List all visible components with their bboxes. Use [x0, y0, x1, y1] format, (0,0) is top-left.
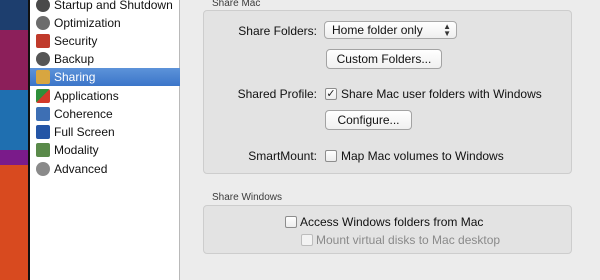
sidebar-item-label: Startup and Shutdown: [54, 0, 173, 12]
sidebar-item-label: Full Screen: [54, 125, 115, 139]
sidebar-item-label: Advanced: [54, 162, 108, 176]
gear-icon: [36, 162, 50, 176]
access-windows-folders-label[interactable]: Access Windows folders from Mac: [300, 215, 483, 229]
sidebar-item-label: Coherence: [54, 107, 113, 121]
sidebar-item-label: Applications: [54, 89, 119, 103]
share-folders-popup[interactable]: Home folder only ▲ ▼: [324, 21, 457, 39]
speedometer-icon: [36, 16, 50, 30]
sidebar-item-label: Security: [54, 34, 98, 48]
share-windows-group-title: Share Windows: [212, 192, 283, 203]
sidebar-item-label: Sharing: [54, 70, 96, 84]
share-folders-popup-value: Home folder only: [332, 23, 423, 37]
mount-virtual-disks-label[interactable]: Mount virtual disks to Mac desktop: [316, 233, 500, 247]
share-user-folders-checkbox[interactable]: ✓: [325, 88, 337, 100]
sidebar-item-sharing[interactable]: Sharing: [30, 68, 180, 86]
smartmount-label: SmartMount:: [248, 149, 317, 163]
sidebar: Startup and Shutdown Optimization Securi…: [30, 0, 180, 280]
custom-folders-button[interactable]: Custom Folders...: [326, 49, 442, 69]
share-user-folders-label[interactable]: Share Mac user folders with Windows: [341, 87, 542, 101]
map-mac-volumes-label[interactable]: Map Mac volumes to Windows: [341, 149, 504, 163]
coherence-icon: [36, 107, 50, 121]
sidebar-item-backup[interactable]: Backup: [30, 50, 180, 68]
sharing-settings-pane: Share Mac Share Folders: Home folder onl…: [181, 0, 600, 280]
map-mac-volumes-checkbox[interactable]: [325, 150, 337, 162]
shared-folder-icon: [36, 70, 50, 84]
lock-icon: [36, 34, 50, 48]
popup-arrows-icon: ▲ ▼: [443, 22, 451, 38]
access-windows-folders-checkbox[interactable]: [285, 216, 297, 228]
shared-profile-label: Shared Profile:: [237, 87, 317, 101]
configure-button[interactable]: Configure...: [325, 110, 412, 130]
sidebar-item-label: Optimization: [54, 16, 121, 30]
sidebar-item-label: Modality: [54, 143, 99, 157]
applications-icon: [36, 89, 50, 103]
share-folders-label: Share Folders:: [238, 24, 317, 38]
sidebar-item-advanced[interactable]: Advanced: [30, 160, 180, 178]
sidebar-item-optimization[interactable]: Optimization: [30, 14, 180, 32]
sidebar-item-security[interactable]: Security: [30, 32, 180, 50]
backup-icon: [36, 52, 50, 66]
sidebar-item-full-screen[interactable]: Full Screen: [30, 123, 180, 141]
sidebar-item-startup-and-shutdown[interactable]: Startup and Shutdown: [30, 0, 180, 14]
sidebar-item-applications[interactable]: Applications: [30, 87, 180, 105]
sidebar-item-coherence[interactable]: Coherence: [30, 105, 180, 123]
sidebar-item-modality[interactable]: Modality: [30, 141, 180, 159]
modality-icon: [36, 143, 50, 157]
desktop-background: [0, 0, 30, 280]
mount-virtual-disks-checkbox[interactable]: [301, 234, 313, 246]
full-screen-icon: [36, 125, 50, 139]
power-icon: [36, 0, 50, 12]
share-mac-group-title: Share Mac: [212, 0, 261, 9]
sidebar-item-label: Backup: [54, 52, 95, 66]
